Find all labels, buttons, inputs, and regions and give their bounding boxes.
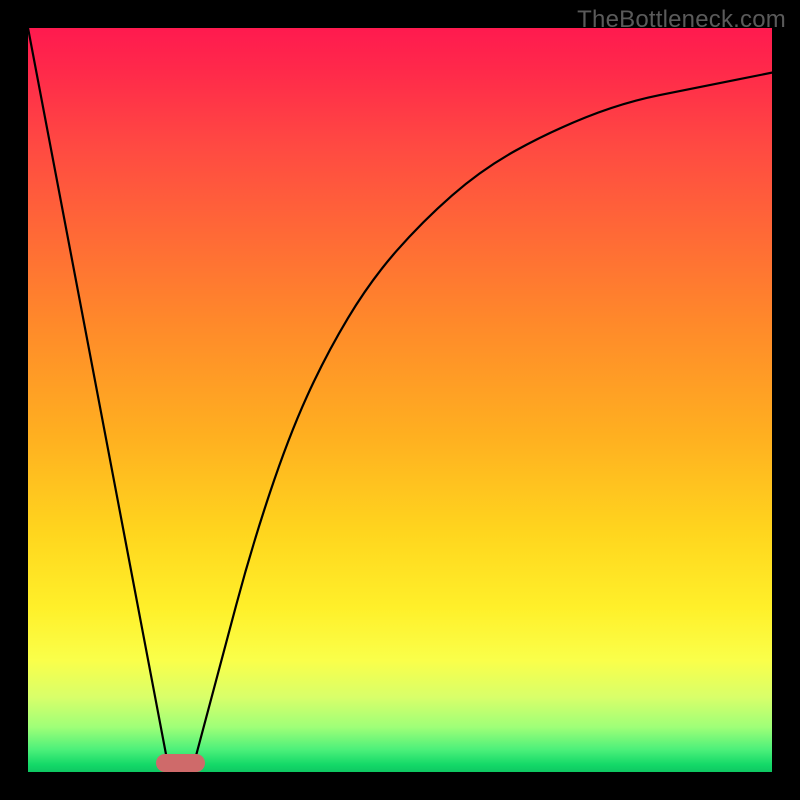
plot-area <box>28 28 772 772</box>
right-branch-curve <box>192 73 772 772</box>
chart-frame: TheBottleneck.com <box>0 0 800 800</box>
watermark-text: TheBottleneck.com <box>577 6 786 34</box>
curve-layer <box>28 28 772 772</box>
left-branch-line <box>28 28 169 772</box>
highlight-marker <box>156 754 204 772</box>
